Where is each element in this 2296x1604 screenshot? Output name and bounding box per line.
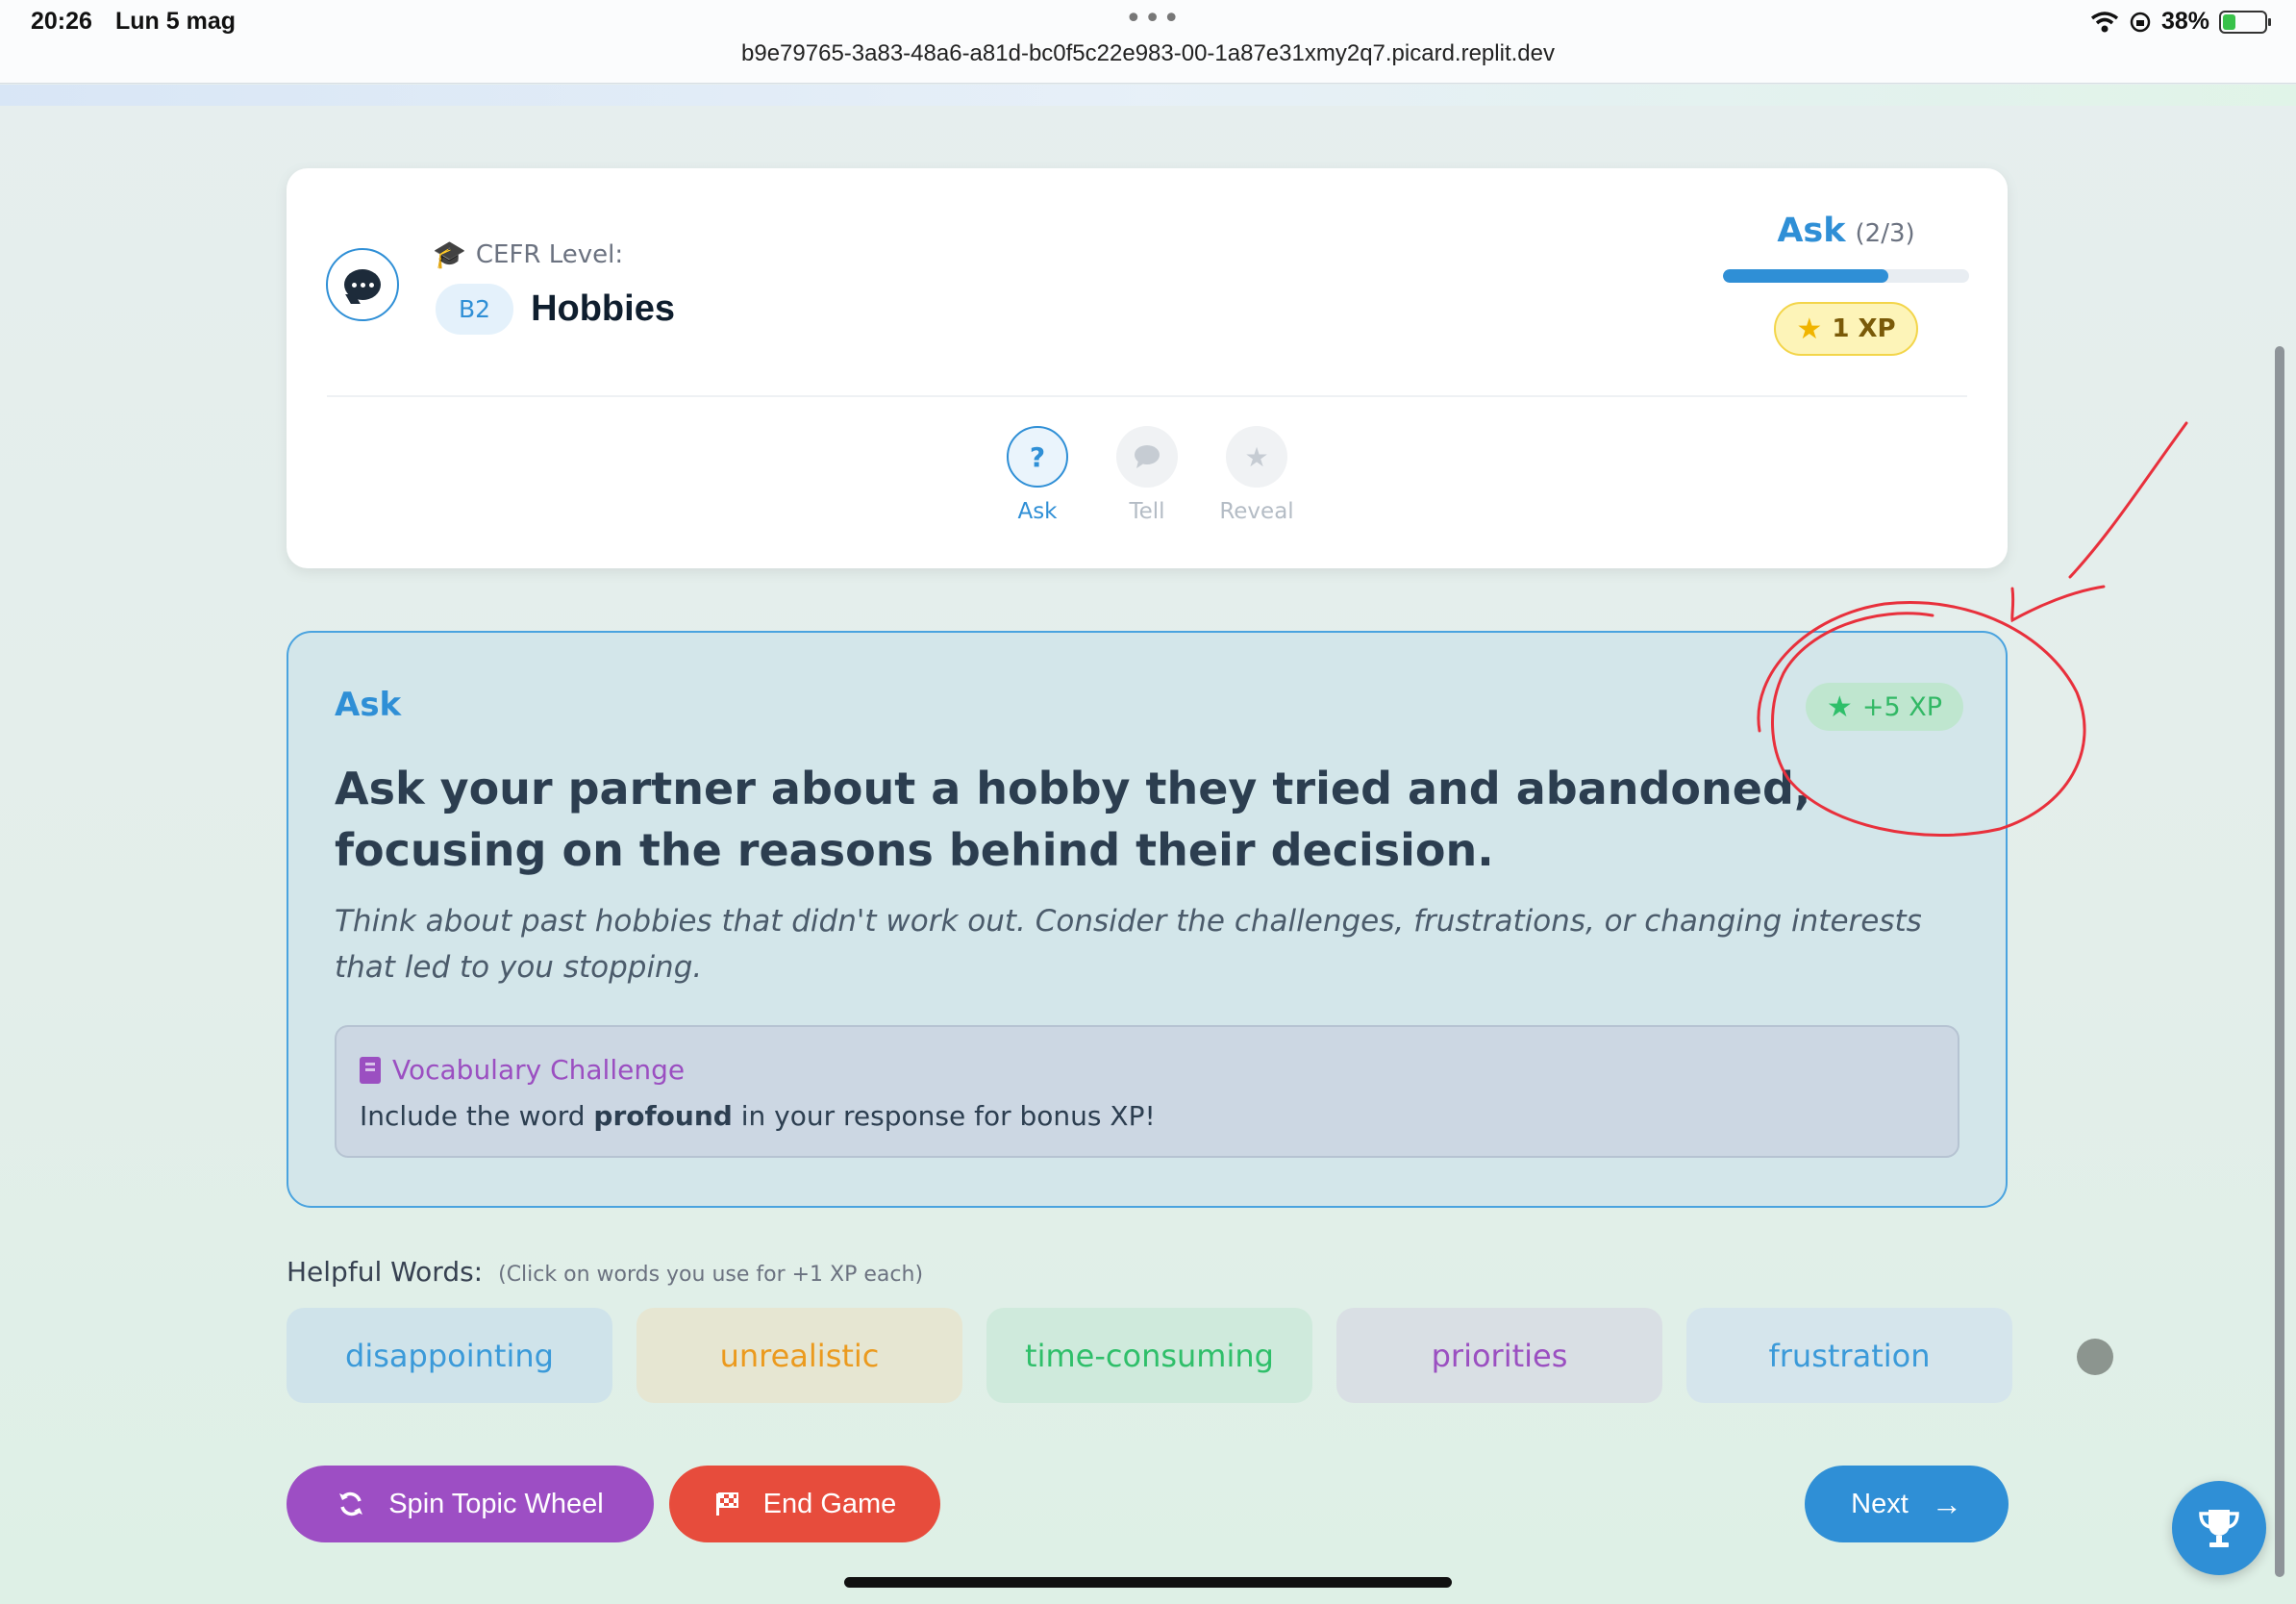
vocabulary-challenge: Vocabulary Challenge Include the word pr…	[335, 1025, 1959, 1158]
word-chip[interactable]: priorities	[1336, 1308, 1662, 1403]
wifi-icon	[2090, 11, 2119, 32]
chat-bubble-icon	[326, 248, 399, 321]
header-accent-line	[0, 85, 2296, 106]
annotation-arrow-head	[2010, 585, 2106, 623]
vocab-prefix: Include the word	[360, 1100, 586, 1132]
step-label: Ask	[1017, 499, 1058, 524]
step-ask[interactable]: ? Ask	[1006, 426, 1069, 524]
scroll-dot[interactable]	[2077, 1339, 2113, 1375]
helpful-words-list: disappointing unrealistic time-consuming pr…	[287, 1308, 2012, 1403]
step-tell[interactable]: Tell	[1115, 426, 1179, 524]
helpful-words-note: (Click on words you use for +1 XP each)	[498, 1263, 924, 1287]
game-header-card: 🎓 CEFR Level: B2 Hobbies Ask (2/3) ★ 1 XP…	[287, 168, 2008, 568]
end-game-label: End Game	[762, 1488, 897, 1519]
xp-total: 1 XP	[1832, 314, 1896, 343]
battery-percent: 38%	[2160, 8, 2209, 35]
stage-progress-box: Ask (2/3) ★ 1 XP	[1723, 212, 1969, 356]
stage-progress-bar	[1723, 269, 1969, 283]
step-label: Reveal	[1219, 499, 1294, 524]
status-right: 38%	[2090, 8, 2271, 36]
helpful-words-header: Helpful Words: (Click on words you use f…	[287, 1256, 923, 1288]
step-label: Tell	[1129, 499, 1165, 524]
cefr-label: CEFR Level:	[475, 239, 624, 269]
step-reveal[interactable]: ★ Reveal	[1219, 426, 1294, 524]
book-icon	[360, 1056, 381, 1084]
stage-count: (2/3)	[1855, 219, 1915, 248]
word-chip[interactable]: time-consuming	[986, 1308, 1312, 1403]
helpful-words-label: Helpful Words:	[287, 1256, 484, 1288]
address-url[interactable]: b9e79765-3a83-48a6-a81d-bc0f5c22e983-00-…	[0, 40, 2296, 67]
level-badge: B2	[436, 284, 514, 335]
battery-icon	[2219, 10, 2271, 34]
spin-topic-wheel-button[interactable]: Spin Topic Wheel	[287, 1466, 654, 1542]
chat-icon	[1116, 426, 1178, 488]
cefr-row: 🎓 CEFR Level:	[433, 238, 623, 270]
stage-progress-fill	[1723, 269, 1888, 283]
vocab-title: Vocabulary Challenge	[392, 1054, 686, 1086]
xp-total-badge: ★ 1 XP	[1774, 302, 1918, 356]
question-icon: ?	[1007, 426, 1068, 488]
vocab-title-row: Vocabulary Challenge	[360, 1054, 685, 1086]
annotation-arrow-shaft	[2068, 421, 2188, 579]
sync-icon	[339, 1491, 363, 1516]
question-prompt: Ask your partner about a hobby they trie…	[335, 763, 1811, 876]
graduation-cap-icon: 🎓	[433, 238, 466, 270]
topic-title: Hobbies	[531, 288, 675, 329]
status-time: 20:26	[31, 8, 92, 35]
home-indicator[interactable]	[844, 1577, 1452, 1588]
xp-bonus: +5 XP	[1861, 691, 1942, 722]
stage-name: Ask	[1777, 212, 1846, 250]
star-icon: ★	[1826, 689, 1853, 724]
ask-card: Ask ★ +5 XP Ask your partner about a hob…	[287, 631, 2008, 1208]
status-date: Lun 5 mag	[115, 8, 237, 35]
divider	[327, 395, 1967, 397]
battery-fill	[2223, 13, 2236, 30]
vocab-suffix: in your response for bonus XP!	[740, 1100, 1156, 1132]
word-chip[interactable]: disappointing	[287, 1308, 612, 1403]
scrollbar[interactable]	[2275, 346, 2284, 1577]
vocab-word: profound	[593, 1100, 733, 1132]
end-game-button[interactable]: End Game	[669, 1466, 940, 1542]
word-chip[interactable]: unrealistic	[636, 1308, 962, 1403]
spin-label: Spin Topic Wheel	[388, 1488, 604, 1519]
question-hint: Think about past hobbies that didn't wor…	[335, 904, 1922, 985]
trophy-icon	[2199, 1510, 2239, 1547]
next-button[interactable]: Next →	[1805, 1466, 2009, 1542]
level-row: B2 Hobbies	[436, 284, 675, 335]
checkered-flag-icon	[715, 1492, 738, 1516]
ask-card-title: Ask	[335, 686, 402, 724]
star-icon: ★	[1796, 312, 1823, 346]
trophy-button[interactable]	[2172, 1481, 2266, 1575]
vocab-instruction: Include the word profound in your respon…	[360, 1100, 1156, 1132]
word-chip[interactable]: frustration	[1686, 1308, 2012, 1403]
next-label: Next	[1851, 1488, 1909, 1519]
xp-bonus-badge: ★ +5 XP	[1805, 683, 1963, 731]
more-dots-icon[interactable]: •••	[1125, 2, 1182, 36]
arrow-right-icon: →	[1931, 1486, 1962, 1521]
star-icon: ★	[1226, 426, 1287, 488]
step-indicator: ? Ask Tell ★ Reveal	[287, 426, 2008, 524]
orientation-lock-icon	[2130, 12, 2151, 32]
status-bar: 20:26 Lun 5 mag ••• b9e79765-3a83-48a6-a…	[0, 0, 2296, 84]
